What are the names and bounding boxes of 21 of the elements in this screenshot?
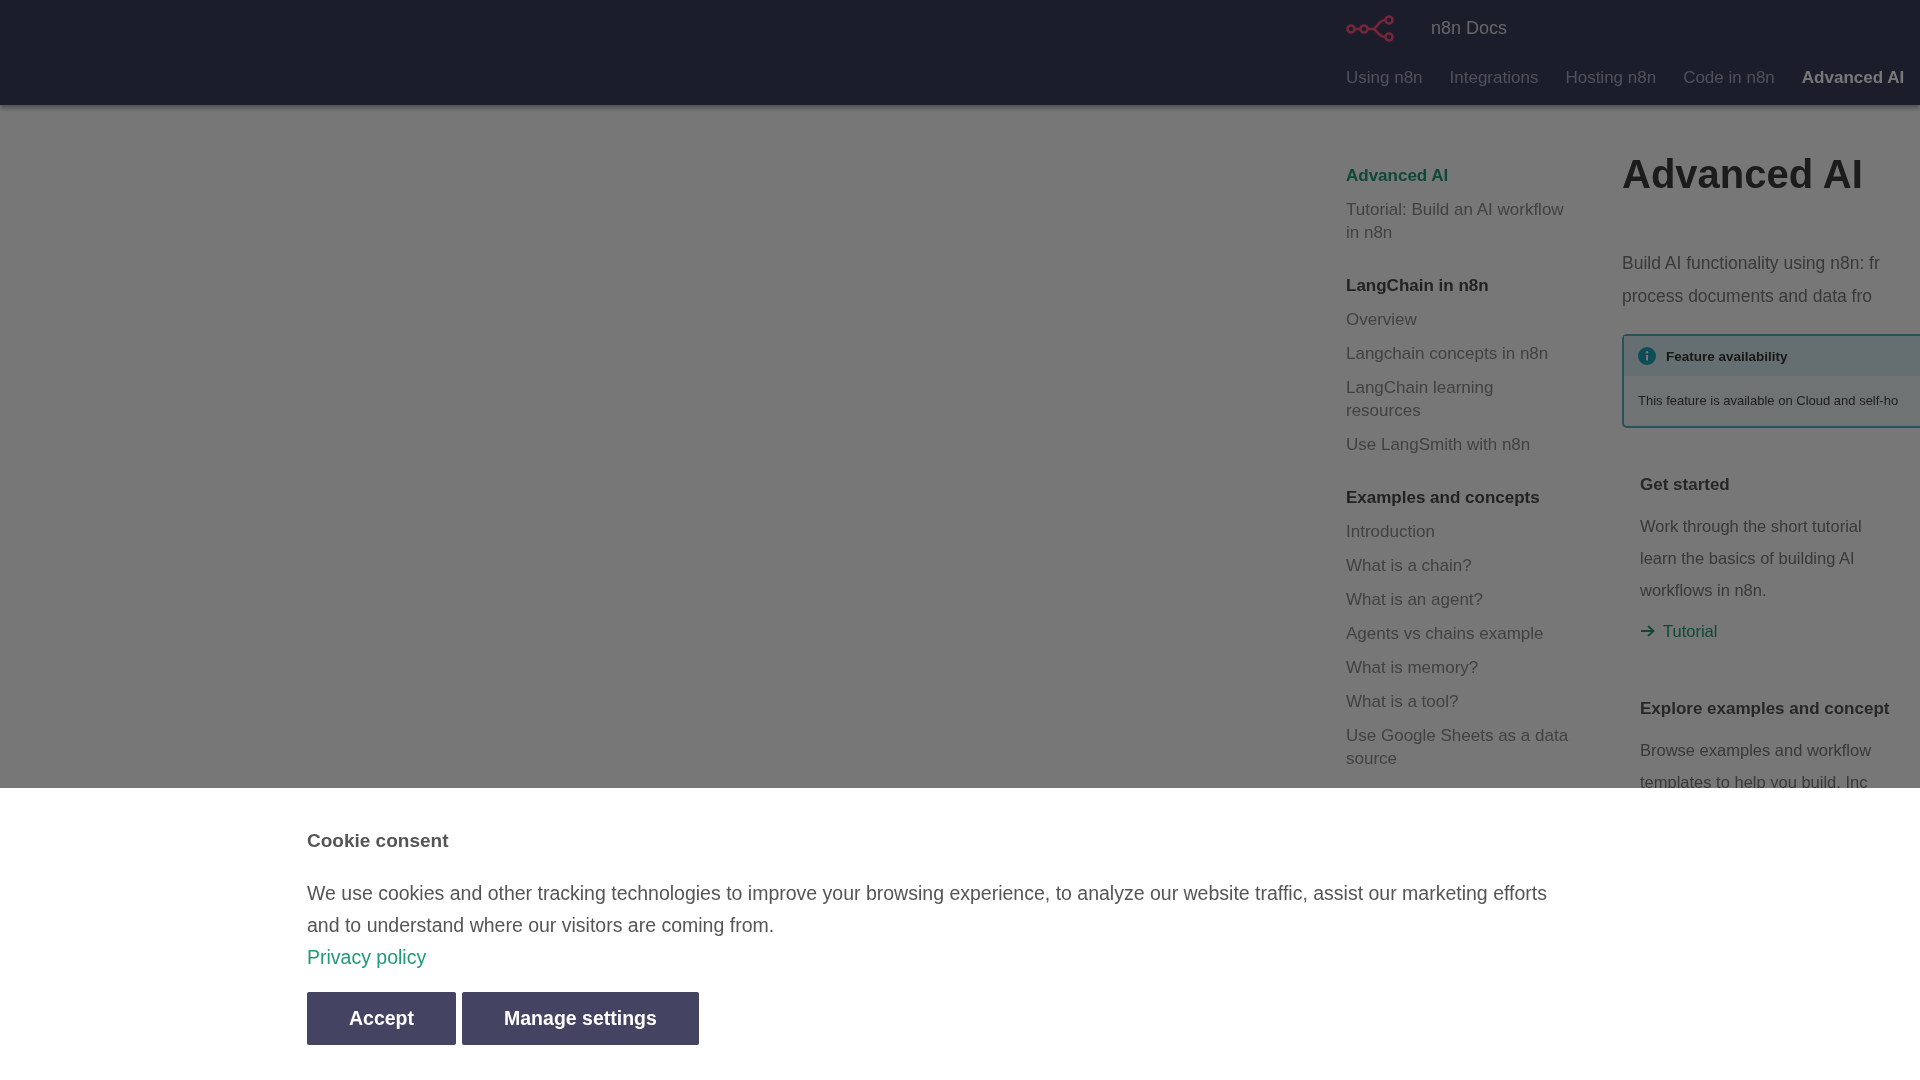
info-icon	[1638, 347, 1656, 365]
callout-text: This feature is available on Cloud and self-ho	[1637, 392, 1899, 410]
intro-text: Build AI functionality using n8n: fr process documents and data fro	[1622, 252, 1880, 308]
logo-icon[interactable]	[1346, 14, 1396, 42]
manage-settings-button[interactable]: Manage settings	[462, 992, 699, 1045]
banner-text: We use cookies and other tracking technologies to improve your browsing experience, to analyze our website traffic, assist our marketing efforts and to understand where our visitors are coming from.	[307, 881, 1548, 938]
privacy-link[interactable]: Privacy policy	[307, 941, 427, 973]
card-title: Explore examples and concept	[1640, 698, 1890, 720]
nav-tab[interactable]: Advanced AI	[1801, 68, 1905, 88]
banner-title: Cookie consent	[307, 829, 449, 853]
tutorial-link[interactable]: Tutorial	[1640, 615, 1718, 647]
accept-button[interactable]: Accept	[307, 992, 457, 1045]
nav-link[interactable]: Advanced AI	[1346, 164, 1570, 187]
section-heading: Examples and concepts	[1346, 487, 1541, 509]
site-title[interactable]: n8n Docs	[1431, 17, 1508, 39]
card-text: Work through the short tutorial learn the basics of building AI workflows in n8n.	[1640, 516, 1862, 601]
callout-title: Feature availability	[1666, 348, 1788, 364]
card-title: Get started	[1640, 474, 1730, 496]
page-title: Advanced AI	[1622, 151, 1863, 198]
section-heading: LangChain in n8n	[1346, 275, 1490, 297]
arrow-icon	[1640, 625, 1655, 637]
